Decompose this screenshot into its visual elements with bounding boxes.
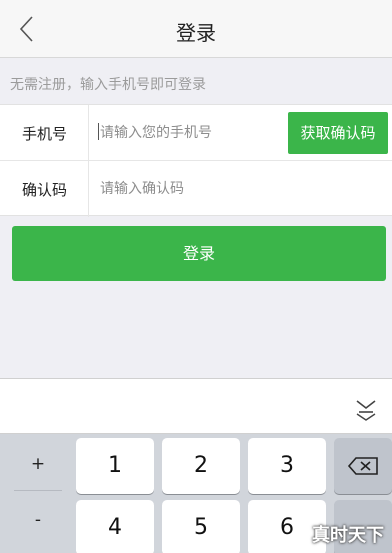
watermark: 真时天下 xyxy=(312,525,384,546)
nav-bar: 登录 xyxy=(0,0,392,58)
phone-input[interactable]: 请输入您的手机号 xyxy=(100,122,212,142)
get-code-button[interactable]: 获取确认码 xyxy=(288,112,388,154)
key-3[interactable]: 3 xyxy=(248,438,326,494)
delete-key[interactable] xyxy=(334,438,392,494)
phone-row: 手机号 请输入您的手机号 获取确认码 xyxy=(0,105,392,161)
keyboard-hide-icon[interactable] xyxy=(354,395,378,421)
backspace-icon xyxy=(347,457,378,475)
text-cursor xyxy=(98,123,99,140)
key-2[interactable]: 2 xyxy=(162,438,240,494)
login-hint: 无需注册，输入手机号即可登录 xyxy=(10,77,206,93)
login-button[interactable]: 登录 xyxy=(12,226,386,281)
symbol-divider xyxy=(14,490,62,491)
minus-key[interactable]: - xyxy=(6,494,70,546)
keyboard-toolbar xyxy=(0,378,392,434)
page-title: 登录 xyxy=(176,21,216,45)
code-input[interactable]: 请输入确认码 xyxy=(100,178,184,198)
empty-area xyxy=(0,291,392,378)
key-1[interactable]: 1 xyxy=(76,438,154,494)
symbol-column: + - xyxy=(6,434,70,553)
code-row: 确认码 请输入确认码 xyxy=(0,161,392,217)
key-4[interactable]: 4 xyxy=(76,500,154,553)
plus-key[interactable]: + xyxy=(6,438,70,490)
phone-label: 手机号 xyxy=(22,125,68,143)
login-form: 手机号 请输入您的手机号 获取确认码 确认码 请输入确认码 xyxy=(0,104,392,217)
code-label: 确认码 xyxy=(22,181,68,199)
key-5[interactable]: 5 xyxy=(162,500,240,553)
